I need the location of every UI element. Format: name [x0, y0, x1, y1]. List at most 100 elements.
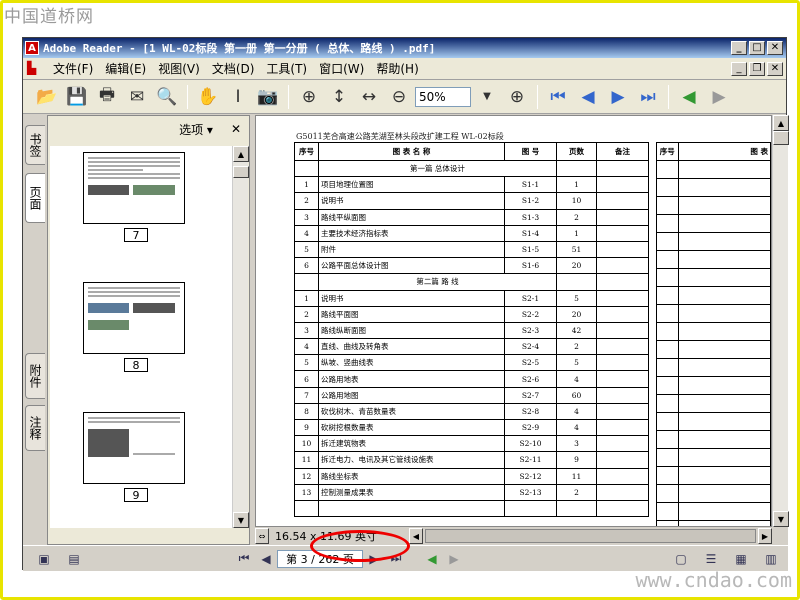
- menu-file[interactable]: 文件(F): [47, 60, 99, 77]
- panel-close-icon[interactable]: ✕: [231, 122, 241, 136]
- page-thumbnail[interactable]: [83, 152, 185, 224]
- save-icon[interactable]: 💾: [63, 83, 91, 111]
- adobe-reader-icon: A: [25, 41, 39, 55]
- table-row: [656, 196, 771, 215]
- document-view[interactable]: G5011芜合高速公路芜湖至林头段改扩建工程 WL-02标段 序号 图 表 名 …: [255, 115, 772, 527]
- page-thumbnail[interactable]: [83, 282, 185, 354]
- table-row: 5 纵坡、竖曲线表 S2-5 5: [294, 354, 649, 372]
- scroll-right-icon[interactable]: ▶: [758, 528, 772, 544]
- doc-minimize-button[interactable]: _: [731, 61, 747, 76]
- print-icon[interactable]: 🖶: [93, 83, 121, 111]
- row-code: S2-4: [504, 338, 557, 356]
- thumbnail-scrollbar[interactable]: ▲ ▼: [232, 146, 249, 528]
- doc-close-button[interactable]: ✕: [767, 61, 783, 76]
- tab-bookmarks[interactable]: 书签: [25, 125, 45, 165]
- menu-bar: ▙ 文件(F) 编辑(E) 视图(V) 文档(D) 工具(T) 窗口(W) 帮助…: [23, 58, 786, 80]
- row-no: 5: [294, 354, 319, 372]
- scroll-thumb[interactable]: [773, 131, 789, 145]
- prev-page-icon[interactable]: ◀: [255, 549, 277, 569]
- first-page-icon[interactable]: ⏮: [233, 549, 255, 569]
- scroll-down-icon[interactable]: ▼: [773, 511, 789, 527]
- row-note: [596, 224, 649, 242]
- menu-window[interactable]: 窗口(W): [313, 60, 370, 77]
- maximize-button[interactable]: □: [749, 41, 765, 55]
- row-note: [596, 289, 649, 307]
- row-name: 项目地理位置图: [318, 176, 505, 194]
- full-screen-icon[interactable]: ▣: [33, 549, 55, 569]
- row-note: [596, 435, 649, 453]
- hand-tool-icon[interactable]: ✋: [194, 83, 222, 111]
- zoom-in-tool-icon[interactable]: ⊕: [295, 83, 323, 111]
- reader-window: A Adobe Reader - [1 WL-02标段 第一册 第一分册 ( 总…: [22, 37, 789, 571]
- zoom-in-icon[interactable]: ⊕: [503, 83, 531, 111]
- window-title: Adobe Reader - [1 WL-02标段 第一册 第一分册 ( 总体、…: [43, 42, 436, 55]
- menu-tools[interactable]: 工具(T): [260, 60, 313, 77]
- row-code: S2-8: [504, 402, 557, 421]
- col-name: 图 表 名 称: [318, 142, 505, 161]
- row-no: 6: [294, 257, 319, 275]
- table-row: 3 路线平纵面图 S1-3 2: [294, 208, 649, 226]
- snapshot-icon[interactable]: 📷: [254, 83, 282, 111]
- table-row: 4 直线、曲线及转角表 S2-4 2: [294, 338, 649, 356]
- split-icon[interactable]: ⇔: [255, 528, 269, 544]
- back-icon[interactable]: ◀: [421, 549, 443, 569]
- row-name: 附件: [318, 240, 505, 259]
- table-row: 6 公路平面总体设计图 S1-6 20: [294, 257, 649, 275]
- panel-toggle-icon[interactable]: ▤: [63, 549, 85, 569]
- zoom-input[interactable]: 50%: [415, 86, 471, 107]
- row-code: S2-13: [504, 483, 557, 501]
- row-name: 拆迁建筑物表: [318, 435, 505, 453]
- menu-view[interactable]: 视图(V): [152, 60, 206, 77]
- last-page-icon[interactable]: ⏭: [634, 83, 662, 111]
- scroll-left-icon[interactable]: ◀: [409, 528, 423, 544]
- forward-icon[interactable]: ▶: [443, 549, 465, 569]
- tab-pages[interactable]: 页面: [25, 173, 45, 223]
- single-page-icon[interactable]: ▢: [670, 549, 692, 569]
- first-page-icon[interactable]: ⏮: [544, 83, 572, 111]
- next-page-icon[interactable]: ▶: [604, 83, 632, 111]
- menu-document[interactable]: 文档(D): [206, 60, 261, 77]
- row-note: [596, 418, 649, 437]
- close-button[interactable]: ✕: [767, 41, 783, 55]
- table-row: 5 附件 S1-5 51: [294, 240, 649, 259]
- back-icon[interactable]: ◀: [675, 83, 703, 111]
- scroll-down-icon[interactable]: ▼: [233, 512, 249, 528]
- row-pages: 10: [556, 192, 597, 210]
- table-row: 11 拆迁电力、电讯及其它管线设施表 S2-11 9: [294, 451, 649, 469]
- row-note: [596, 176, 649, 194]
- prev-page-icon[interactable]: ◀: [574, 83, 602, 111]
- email-icon[interactable]: ✉: [123, 83, 151, 111]
- facing-icon[interactable]: ▦: [730, 549, 752, 569]
- minimize-button[interactable]: _: [731, 41, 747, 55]
- menu-edit[interactable]: 编辑(E): [99, 60, 152, 77]
- search-icon[interactable]: 🔍: [153, 83, 181, 111]
- row-no: 2: [294, 305, 319, 323]
- select-text-icon[interactable]: I: [224, 83, 252, 111]
- zoom-dropdown-icon[interactable]: ▼: [473, 83, 501, 111]
- scroll-thumb[interactable]: [233, 166, 249, 178]
- document-scrollbar[interactable]: ▲ ▼: [772, 115, 789, 527]
- scroll-up-icon[interactable]: ▲: [233, 146, 249, 162]
- forward-icon[interactable]: ▶: [705, 83, 733, 111]
- options-menu[interactable]: 选项 ▾: [179, 121, 213, 138]
- table-row: 2 说明书 S1-2 10: [294, 192, 649, 210]
- continuous-icon[interactable]: ☰: [700, 549, 722, 569]
- scroll-thumb[interactable]: [425, 529, 756, 543]
- scroll-up-icon[interactable]: ▲: [773, 115, 789, 131]
- continuous-facing-icon[interactable]: ▥: [760, 549, 782, 569]
- pdf-doc-icon: ▙: [27, 60, 37, 75]
- thumbnail-page-number: 7: [124, 228, 148, 242]
- fit-height-icon[interactable]: ↕: [325, 83, 353, 111]
- menu-help[interactable]: 帮助(H): [370, 60, 424, 77]
- main-area: 书签 页面 附件 注释 选项 ▾ ✕ 7 8 9 ▲ ▼ G5011芜合高速公路…: [23, 115, 789, 545]
- tab-comments[interactable]: 注释: [25, 405, 45, 451]
- open-icon[interactable]: 📂: [33, 83, 61, 111]
- page-thumbnail[interactable]: [83, 412, 185, 484]
- doc-restore-button[interactable]: ❐: [749, 61, 765, 76]
- zoom-out-icon[interactable]: ⊖: [385, 83, 413, 111]
- tab-attachments[interactable]: 附件: [25, 353, 45, 399]
- row-no: 10: [294, 435, 319, 453]
- thumbnail-list[interactable]: 7 8 9: [50, 146, 232, 528]
- fit-width-icon[interactable]: ↔: [355, 83, 383, 111]
- row-note: [596, 321, 649, 340]
